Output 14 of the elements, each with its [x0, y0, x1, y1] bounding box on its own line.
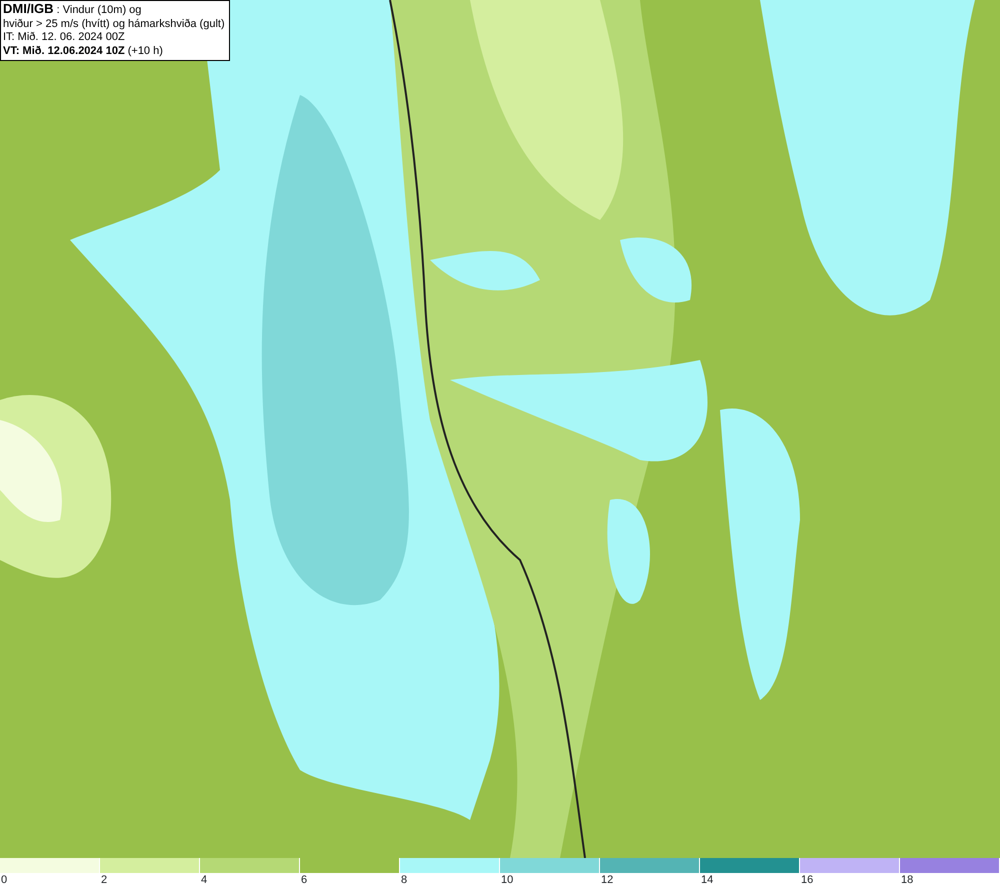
scale-label: 0: [1, 873, 8, 887]
scale-label: 10: [501, 873, 514, 887]
scale-label: 16: [801, 873, 814, 887]
scale-label: 12: [601, 873, 614, 887]
header-text: hviður > 25 m/s (hvítt) og hámarkshviða (gult): [3, 18, 225, 31]
scale-label: 8: [401, 873, 408, 887]
scale-label: 14: [701, 873, 714, 887]
scale-label: 4: [201, 873, 208, 887]
header-text: DMI/IGB : Vindur (10m) og: [3, 2, 142, 18]
header-text: VT: Mið. 12.06.2024 10Z (+10 h): [3, 44, 163, 58]
scale-label: 18: [901, 873, 914, 887]
scale-label: 2: [101, 873, 108, 887]
scale-label: 6: [301, 873, 308, 887]
header-text: IT: Mið. 12. 06. 2024 00Z: [3, 31, 125, 44]
